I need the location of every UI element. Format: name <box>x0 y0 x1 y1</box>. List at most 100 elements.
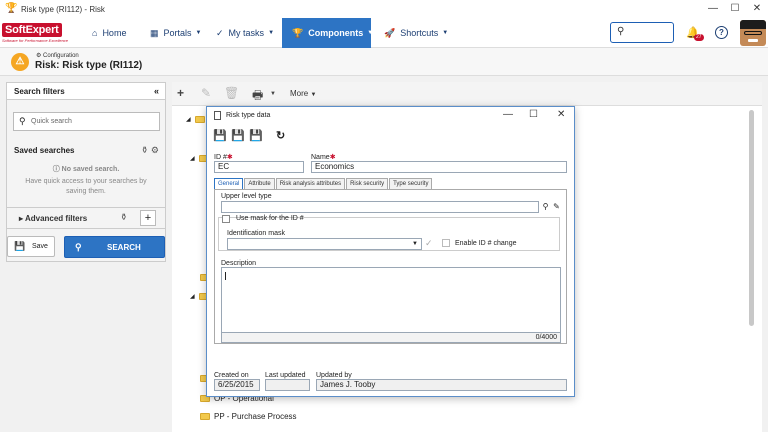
created-on-label: Created on <box>214 372 249 379</box>
nav-home-label: Home <box>102 28 127 38</box>
rocket-icon: 🚀 <box>384 28 396 38</box>
dialog-title: Risk type data <box>226 112 271 119</box>
dialog-toolbar: 💾 💾 💾 ↻ <box>207 126 574 146</box>
tree-item-purchase-process[interactable]: PP - Purchase Process <box>200 412 297 421</box>
logo-brand: SoftExpert <box>2 23 62 37</box>
save-close-icon[interactable]: 💾 <box>231 129 245 142</box>
use-mask-checkbox[interactable] <box>222 215 230 223</box>
save-new-icon[interactable]: 💾 <box>249 129 263 142</box>
caret-down-icon: ▼ <box>195 30 202 36</box>
window-titlebar: 🏆 Risk type (RI112) - Risk — ☐ ✕ <box>0 0 768 18</box>
global-search-input[interactable]: ⚲ <box>610 22 674 43</box>
caret-down-icon: ▼ <box>367 30 374 36</box>
saved-searches-title: Saved searches <box>14 146 75 155</box>
identification-mask-select[interactable]: ▼ <box>227 238 422 250</box>
id-label: ID #✱ <box>214 154 233 161</box>
folder-icon <box>200 413 210 420</box>
print-icon[interactable]: 🖶 <box>252 86 263 107</box>
maximize-icon[interactable]: ☐ <box>529 109 538 120</box>
more-menu[interactable]: More ▼ <box>290 89 316 98</box>
char-counter: 0/4000 <box>221 333 561 343</box>
notifications-badge: 27 <box>694 34 704 41</box>
required-icon: ✱ <box>329 154 336 161</box>
avatar[interactable] <box>740 20 766 46</box>
folder-icon <box>194 116 205 123</box>
tree-scrollbar[interactable] <box>749 110 754 326</box>
id-field[interactable]: EC <box>214 161 304 173</box>
nav-shortcuts-label: Shortcuts <box>400 28 439 38</box>
name-field[interactable]: Economics <box>311 161 567 173</box>
updated-by-label: Updated by <box>316 372 352 379</box>
maximize-icon[interactable]: ☐ <box>724 0 746 18</box>
no-saved-search-message: ⓘ No saved search. <box>52 166 120 173</box>
advanced-filters-label: ▸ Advanced filters <box>19 214 88 223</box>
help-icon[interactable]: ? <box>715 26 728 39</box>
window-title: Risk type (RI112) - Risk <box>21 4 105 14</box>
last-updated-label: Last updated <box>265 372 306 379</box>
search-button[interactable]: ⚲ SEARCH <box>64 236 165 258</box>
check-icon: ✓ <box>425 238 433 248</box>
page-title: Risk: Risk type (RI112) <box>35 60 143 71</box>
minimize-icon[interactable]: — <box>503 109 513 120</box>
check-icon: ✓ <box>216 28 224 38</box>
enable-id-change-checkbox[interactable] <box>442 239 450 247</box>
caret-down-icon[interactable]: ▼ <box>270 91 276 97</box>
refresh-icon[interactable]: ↻ <box>276 129 285 142</box>
upper-level-field[interactable] <box>221 201 539 213</box>
description-textarea[interactable] <box>221 267 561 333</box>
grid-icon: ▦ <box>150 28 159 38</box>
nav-home[interactable]: ⌂ Home <box>92 18 126 48</box>
search-filters-header: Search filters « <box>7 83 165 100</box>
softexpert-logo[interactable]: SoftExpert Software for Performance Exce… <box>2 23 80 45</box>
caret-down-icon: ▼ <box>412 241 418 247</box>
breadcrumb: ⚙ Configuration <box>36 53 79 59</box>
quick-search-placeholder: Quick search <box>31 118 72 125</box>
search-icon: ⚲ <box>75 242 82 252</box>
search-icon: ⚲ <box>19 116 26 126</box>
top-navbar: SoftExpert Software for Performance Exce… <box>0 18 768 48</box>
identification-mask-label: Identification mask <box>227 230 285 237</box>
last-updated-field <box>265 379 310 391</box>
collapse-icon[interactable]: « <box>154 86 159 96</box>
document-icon <box>214 111 221 120</box>
nav-portals-label: Portals <box>163 28 192 38</box>
home-icon: ⌂ <box>92 28 98 38</box>
trophy-icon: 🏆 <box>292 28 304 38</box>
nav-shortcuts[interactable]: 🚀 Shortcuts ▼ <box>384 18 448 48</box>
collapse-triangle-icon[interactable]: ◢ <box>190 155 195 162</box>
logo-tagline: Software for Performance Excellence <box>2 38 69 43</box>
search-icon: ⚲ <box>617 26 625 37</box>
main-toolbar: + ✎ 🗑 🖶 ▼ More ▼ <box>172 82 762 106</box>
broom-icon[interactable]: ⚱ <box>120 212 128 223</box>
close-icon[interactable]: ✕ <box>557 109 565 120</box>
caret-down-icon: ▼ <box>442 30 449 36</box>
nav-my-tasks-label: My tasks <box>228 28 265 38</box>
quick-search-input[interactable]: ⚲ Quick search <box>13 112 160 131</box>
broom-icon[interactable]: ⚱ <box>141 145 149 155</box>
trash-icon[interactable]: 🗑 <box>224 86 239 100</box>
close-icon[interactable]: ✕ <box>746 0 768 18</box>
gear-icon[interactable]: ⚙ <box>151 145 159 155</box>
risk-type-dialog: Risk type data — ☐ ✕ 💾 💾 💾 ↻ ID #✱ EC Na… <box>206 106 575 397</box>
created-on-field: 6/25/2015 <box>214 379 260 391</box>
add-icon[interactable]: + <box>177 86 184 100</box>
save-icon[interactable]: 💾 <box>213 129 227 142</box>
save-search-button[interactable]: 💾 Save <box>7 236 55 257</box>
edit-icon[interactable]: ✎ <box>201 86 211 100</box>
page-header: ⚠ ⚙ Configuration Risk: Risk type (RI112… <box>0 48 768 76</box>
nav-portals[interactable]: ▦ Portals ▼ <box>150 18 201 48</box>
collapse-triangle-icon[interactable]: ◢ <box>190 293 195 300</box>
nav-components[interactable]: 🏆 Components ▼ <box>282 18 374 48</box>
minimize-icon[interactable]: — <box>702 0 724 18</box>
clear-icon[interactable]: ✎ <box>551 201 562 212</box>
updated-by-field: James J. Tooby <box>316 379 567 391</box>
search-filters-title: Search filters <box>14 87 65 96</box>
warning-icon: ⚠ <box>11 53 29 71</box>
nav-my-tasks[interactable]: ✓ My tasks ▼ <box>216 18 274 48</box>
saved-searches-tools: ⚱ ⚙ <box>141 145 159 156</box>
advanced-filters-toggle[interactable]: ▸ Advanced filters ⚱ + <box>7 207 165 229</box>
search-icon[interactable]: ⚲ <box>540 201 551 212</box>
add-filter-button[interactable]: + <box>140 210 156 226</box>
trophy-icon: 🏆 <box>5 3 18 14</box>
collapse-triangle-icon[interactable]: ◢ <box>186 116 191 123</box>
